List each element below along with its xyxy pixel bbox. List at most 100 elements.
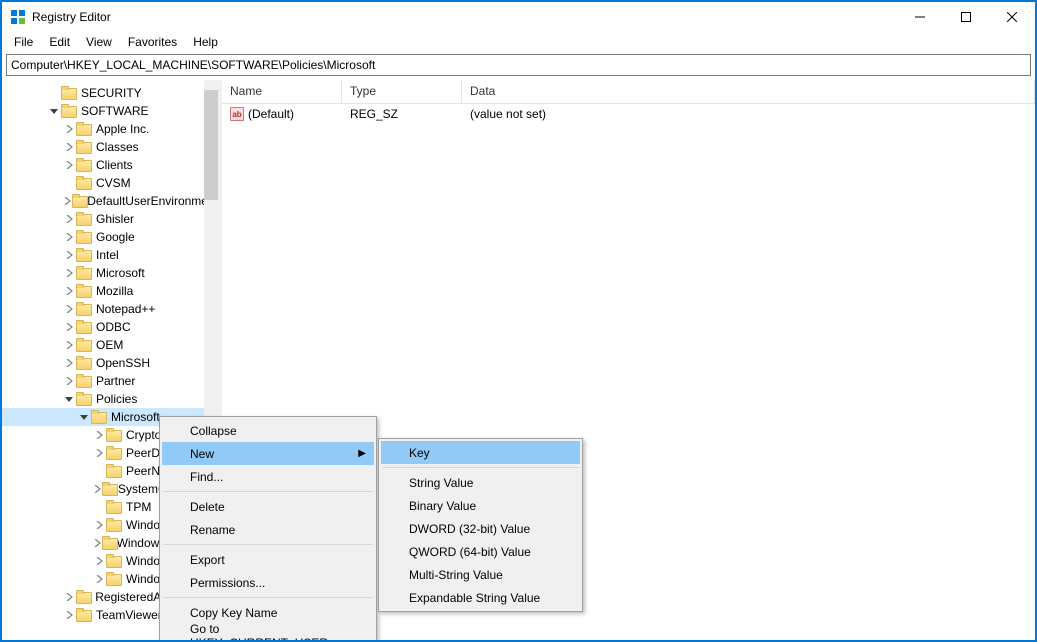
tree-node-label: Microsoft: [111, 410, 160, 424]
tree-node-label: TeamViewer: [96, 608, 162, 622]
folder-icon: [106, 500, 122, 514]
tree-node-label: SOFTWARE: [81, 104, 149, 118]
list-row[interactable]: ab(Default)REG_SZ(value not set): [222, 104, 1035, 124]
tree-node-label: Google: [96, 230, 135, 244]
maximize-button[interactable]: [943, 2, 989, 32]
folder-icon: [106, 446, 122, 460]
chevron-right-icon[interactable]: [92, 518, 106, 532]
tree-node[interactable]: OpenSSH: [2, 354, 218, 372]
context-menu-item[interactable]: Permissions...: [162, 571, 374, 594]
folder-icon: [76, 230, 92, 244]
chevron-down-icon[interactable]: [77, 410, 91, 424]
folder-icon: [106, 554, 122, 568]
context-menu-item[interactable]: Go to HKEY_CURRENT_USER: [162, 624, 374, 640]
tree-node[interactable]: Mozilla: [2, 282, 218, 300]
list-cell-name: ab(Default): [222, 107, 342, 121]
chevron-right-icon[interactable]: [62, 212, 76, 226]
tree-node[interactable]: ODBC: [2, 318, 218, 336]
menu-help[interactable]: Help: [185, 33, 226, 51]
context-menu-item[interactable]: Multi-String Value: [381, 563, 580, 586]
chevron-right-icon[interactable]: [62, 590, 76, 604]
chevron-right-icon[interactable]: [62, 158, 76, 172]
menu-view[interactable]: View: [78, 33, 120, 51]
context-menu-item[interactable]: Expandable String Value: [381, 586, 580, 609]
tree-node[interactable]: Microsoft: [2, 264, 218, 282]
context-menu-item[interactable]: QWORD (64-bit) Value: [381, 540, 580, 563]
column-header-data[interactable]: Data: [462, 80, 1035, 103]
tree-node[interactable]: CVSM: [2, 174, 218, 192]
chevron-right-icon[interactable]: [62, 248, 76, 262]
tree-node[interactable]: Intel: [2, 246, 218, 264]
chevron-down-icon[interactable]: [47, 104, 61, 118]
chevron-right-icon[interactable]: [62, 122, 76, 136]
context-menu-item[interactable]: String Value: [381, 471, 580, 494]
context-menu-item[interactable]: Find...: [162, 465, 374, 488]
tree-node[interactable]: Ghisler: [2, 210, 218, 228]
tree-node[interactable]: SOFTWARE: [2, 102, 218, 120]
chevron-right-icon[interactable]: [62, 338, 76, 352]
menu-favorites[interactable]: Favorites: [120, 33, 185, 51]
tree-node[interactable]: Classes: [2, 138, 218, 156]
chevron-right-icon[interactable]: [92, 536, 102, 550]
tree-node[interactable]: Apple Inc.: [2, 120, 218, 138]
chevron-right-icon[interactable]: [62, 194, 72, 208]
context-menu-item[interactable]: Delete: [162, 495, 374, 518]
chevron-none: [62, 176, 76, 190]
chevron-right-icon[interactable]: [62, 140, 76, 154]
chevron-right-icon[interactable]: [62, 374, 76, 388]
folder-icon: [106, 428, 122, 442]
list-cell-data: (value not set): [462, 107, 1035, 121]
tree-node[interactable]: DefaultUserEnvironment: [2, 192, 218, 210]
tree-node-label: SECURITY: [81, 86, 142, 100]
close-button[interactable]: [989, 2, 1035, 32]
tree-scrollbar-thumb[interactable]: [204, 90, 218, 200]
column-header-type[interactable]: Type: [342, 80, 462, 103]
context-submenu-new[interactable]: Key String ValueBinary ValueDWORD (32-bit…: [378, 438, 583, 612]
tree-node-label: Classes: [96, 140, 139, 154]
chevron-none: [47, 86, 61, 100]
context-menu[interactable]: CollapseNew▶Find... DeleteRename ExportPer…: [159, 416, 377, 640]
column-header-name[interactable]: Name: [222, 80, 342, 103]
context-menu-item[interactable]: Binary Value: [381, 494, 580, 517]
context-menu-item[interactable]: Key: [381, 441, 580, 464]
folder-icon: [61, 104, 77, 118]
chevron-right-icon[interactable]: [92, 554, 106, 568]
tree-node[interactable]: Google: [2, 228, 218, 246]
chevron-right-icon[interactable]: [62, 284, 76, 298]
folder-icon: [76, 320, 92, 334]
chevron-right-icon[interactable]: [62, 356, 76, 370]
chevron-right-icon[interactable]: [62, 266, 76, 280]
minimize-button[interactable]: [897, 2, 943, 32]
folder-icon: [76, 140, 92, 154]
folder-icon: [102, 536, 113, 550]
chevron-right-icon[interactable]: [92, 572, 106, 586]
context-menu-item[interactable]: Collapse: [162, 419, 374, 442]
folder-icon: [76, 608, 92, 622]
context-menu-item[interactable]: Export: [162, 548, 374, 571]
tree-node[interactable]: Notepad++: [2, 300, 218, 318]
menu-file[interactable]: File: [6, 33, 41, 51]
chevron-down-icon[interactable]: [62, 392, 76, 406]
tree-node[interactable]: Policies: [2, 390, 218, 408]
address-bar[interactable]: Computer\HKEY_LOCAL_MACHINE\SOFTWARE\Pol…: [6, 54, 1031, 76]
tree-node-label: Policies: [96, 392, 137, 406]
tree-node[interactable]: Partner: [2, 372, 218, 390]
folder-icon: [76, 248, 92, 262]
context-menu-item[interactable]: DWORD (32-bit) Value: [381, 517, 580, 540]
chevron-right-icon[interactable]: [62, 302, 76, 316]
tree-node[interactable]: OEM: [2, 336, 218, 354]
tree-node[interactable]: Clients: [2, 156, 218, 174]
chevron-right-icon[interactable]: [92, 482, 102, 496]
context-menu-separator: [163, 544, 373, 545]
chevron-right-icon[interactable]: [62, 320, 76, 334]
context-menu-item[interactable]: Rename: [162, 518, 374, 541]
chevron-right-icon[interactable]: [92, 446, 106, 460]
folder-icon: [106, 572, 122, 586]
context-menu-item[interactable]: New▶: [162, 442, 374, 465]
chevron-right-icon[interactable]: [62, 608, 76, 622]
menu-edit[interactable]: Edit: [41, 33, 78, 51]
chevron-right-icon[interactable]: [62, 230, 76, 244]
chevron-right-icon[interactable]: [92, 428, 106, 442]
address-bar-text[interactable]: Computer\HKEY_LOCAL_MACHINE\SOFTWARE\Pol…: [11, 58, 375, 72]
tree-node[interactable]: SECURITY: [2, 84, 218, 102]
